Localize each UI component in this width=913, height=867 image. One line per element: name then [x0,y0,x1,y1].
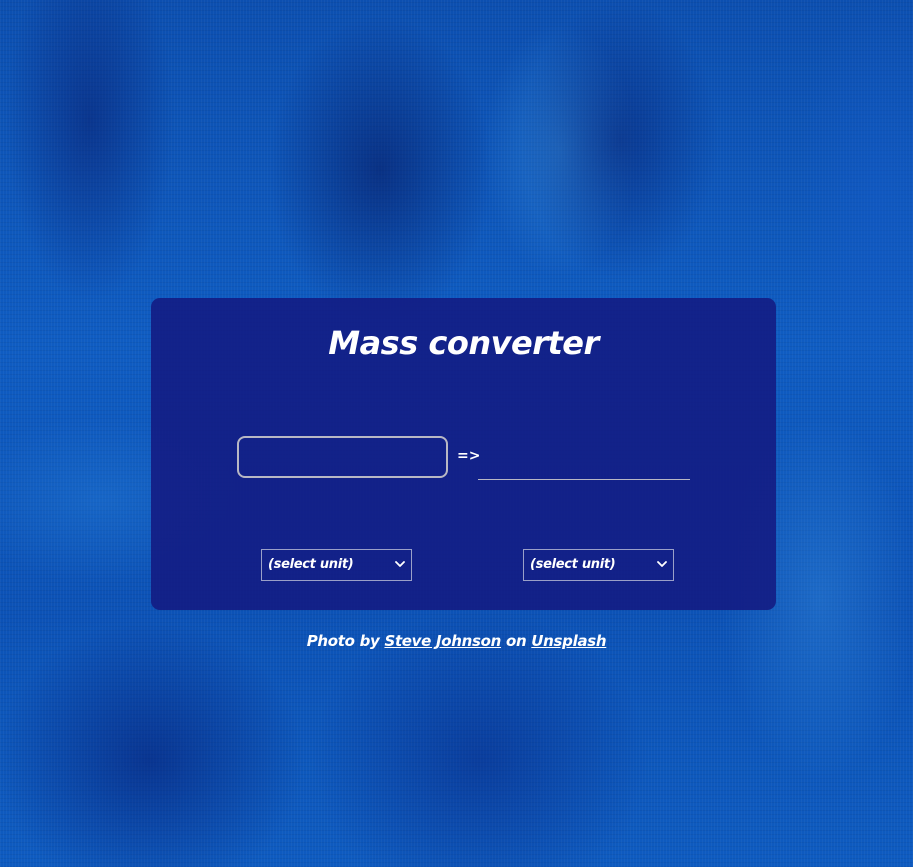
unsplash-link[interactable]: Unsplash [531,632,606,650]
page-title: Mass converter [328,324,599,362]
to-unit-select-label: (select unit) [530,557,616,572]
photo-credit: Photo by Steve Johnson on Unsplash [0,632,913,650]
from-unit-select-label: (select unit) [268,557,354,572]
chevron-down-icon [657,561,667,567]
converter-card: Mass converter => (select unit) (select … [151,298,776,610]
author-link[interactable]: Steve Johnson [384,632,501,650]
to-value-output [478,436,690,480]
from-value-input[interactable] [237,436,448,478]
chevron-down-icon [395,561,405,567]
from-unit-select[interactable]: (select unit) [261,549,412,581]
conversion-arrow: => [457,448,481,464]
credit-prefix: Photo by [306,632,380,650]
credit-middle: on [505,632,527,650]
to-unit-select[interactable]: (select unit) [523,549,674,581]
